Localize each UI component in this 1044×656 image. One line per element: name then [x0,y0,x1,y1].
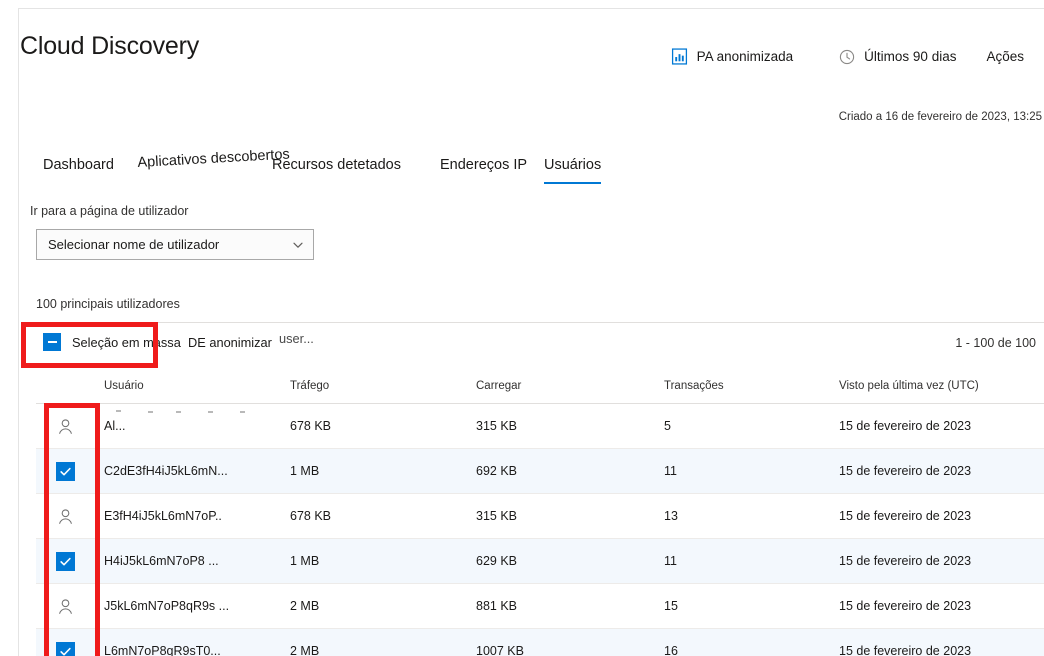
users-table: Usuário Tráfego Carregar Transações Vist… [36,376,1044,656]
row-select-cell[interactable] [56,584,86,628]
row-transactions: 11 [664,554,677,568]
row-last-seen: 15 de fevereiro de 2023 [839,644,972,656]
checked-checkbox-icon[interactable] [56,461,75,481]
anonymized-report-button[interactable]: PA anonimizada [671,48,794,65]
table-row[interactable]: J5kL6mN7oP8qR9s ... 2 MB 881 KB 15 15 de… [36,584,1044,629]
tab-bar: Dashboard Aplicativos descobertos Recurs… [28,147,1008,186]
column-header-visto[interactable]: Visto pela última vez (UTC) [839,380,979,392]
row-transactions: 5 [664,419,671,433]
row-select-cell[interactable] [56,539,86,583]
tab-dashboard[interactable]: Dashboard [43,157,114,173]
row-upload: 881 KB [476,599,518,613]
tab-recursos-detetados[interactable]: Recursos detetados [272,157,401,173]
row-last-seen: 15 de fevereiro de 2023 [839,509,972,523]
tab-usuarios-label: Usuários [544,157,602,173]
column-header-carregar[interactable]: Carregar [476,380,521,392]
row-transactions: 11 [664,464,677,478]
chevron-down-icon [292,239,304,251]
table-row[interactable]: H4iJ5kL6mN7oP8 ... 1 MB 629 KB 11 15 de … [36,539,1044,584]
row-last-seen: 15 de fevereiro de 2023 [839,464,972,478]
table-row[interactable]: L6mN7oP8qR9sT0... 2 MB 1007 KB 16 15 de … [36,629,1044,656]
date-range-button[interactable]: Últimos 90 dias [839,49,956,65]
row-traffic: 2 MB [290,644,320,656]
checked-checkbox-icon[interactable] [56,641,75,656]
date-range-label: Últimos 90 dias [864,49,957,64]
row-upload: 315 KB [476,509,518,523]
dash-glyph [47,341,57,343]
row-select-cell[interactable] [56,404,86,448]
deanonymize-button[interactable]: DE anonimizar [188,335,272,350]
pagination-label: 1 - 100 de 100 [955,336,1036,350]
row-username: E3fH4iJ5kL6mN7oP.. [104,509,222,523]
page-title: Cloud Discovery [20,32,200,60]
row-username: L6mN7oP8qR9sT0... [104,644,221,656]
row-select-cell[interactable] [56,494,86,538]
created-timestamp: Criado a 16 de fevereiro de 2023, 13:25 [838,111,1042,123]
row-last-seen: 15 de fevereiro de 2023 [839,554,972,568]
tab-usuarios[interactable]: Usuários [544,157,602,184]
bulk-select-button[interactable]: Seleção em massa [43,333,181,351]
row-transactions: 13 [664,509,678,523]
person-icon[interactable] [56,507,75,526]
user-page-field-label: Ir para a página de utilizador [30,204,189,218]
table-row[interactable]: E3fH4iJ5kL6mN7oP.. 678 KB 315 KB 13 15 d… [36,494,1044,539]
row-last-seen: 15 de fevereiro de 2023 [839,599,972,613]
username-select-value: Selecionar nome de utilizador [48,237,220,252]
row-traffic: 678 KB [290,419,332,433]
row-username: J5kL6mN7oP8qR9s ... [104,599,230,613]
row-traffic: 1 MB [290,464,320,478]
row-last-seen: 15 de fevereiro de 2023 [839,419,972,433]
actions-menu-button[interactable]: Ações [986,49,1024,64]
command-bar: Seleção em massa DE anonimizar user... 1… [36,323,1044,367]
cloud-discovery-screen: Cloud Discovery PA anonimizada Últimos 9… [0,0,1044,656]
row-upload: 629 KB [476,554,518,568]
tab-enderecos-ip[interactable]: Endereços IP [440,157,527,173]
table-header-row: Usuário Tráfego Carregar Transações Vist… [36,376,1044,404]
bulk-select-label: Seleção em massa [72,334,181,350]
row-upload: 692 KB [476,464,518,478]
table-row[interactable]: C2dE3fH4iJ5kL6mN... 1 MB 692 KB 11 15 de… [36,449,1044,494]
row-transactions: 15 [664,599,678,613]
table-row[interactable]: Al... 678 KB 315 KB 5 15 de fevereiro de… [36,404,1044,449]
column-header-usuario[interactable]: Usuário [104,380,144,392]
header-actions: PA anonimizada Últimos 90 dias Ações [671,48,1024,65]
user-context-label: user... [279,331,314,346]
person-icon[interactable] [56,597,75,616]
anonymized-report-label: PA anonimizada [696,49,794,64]
row-upload: 1007 KB [476,644,524,656]
tab-active-underline [544,182,602,184]
top-users-label: 100 principais utilizadores [36,297,180,311]
row-traffic: 2 MB [290,599,320,613]
column-header-trafego[interactable]: Tráfego [290,380,329,392]
row-select-cell[interactable] [56,629,86,656]
row-username: C2dE3fH4iJ5kL6mN... [104,464,228,478]
indeterminate-checkbox-icon[interactable] [43,333,61,351]
clock-icon [839,49,855,65]
row-select-cell[interactable] [56,449,86,493]
username-select[interactable]: Selecionar nome de utilizador [36,229,314,260]
row-traffic: 1 MB [290,554,320,568]
row-username: Al... [104,419,126,433]
row-upload: 315 KB [476,419,518,433]
person-icon[interactable] [56,417,75,436]
checked-checkbox-icon[interactable] [56,551,75,571]
chart-report-icon [671,48,688,65]
row-traffic: 678 KB [290,509,332,523]
actions-menu-label: Ações [986,49,1024,64]
row-username: H4iJ5kL6mN7oP8 ... [104,554,219,568]
column-header-transacoes[interactable]: Transações [664,380,724,392]
row-transactions: 16 [664,644,678,656]
